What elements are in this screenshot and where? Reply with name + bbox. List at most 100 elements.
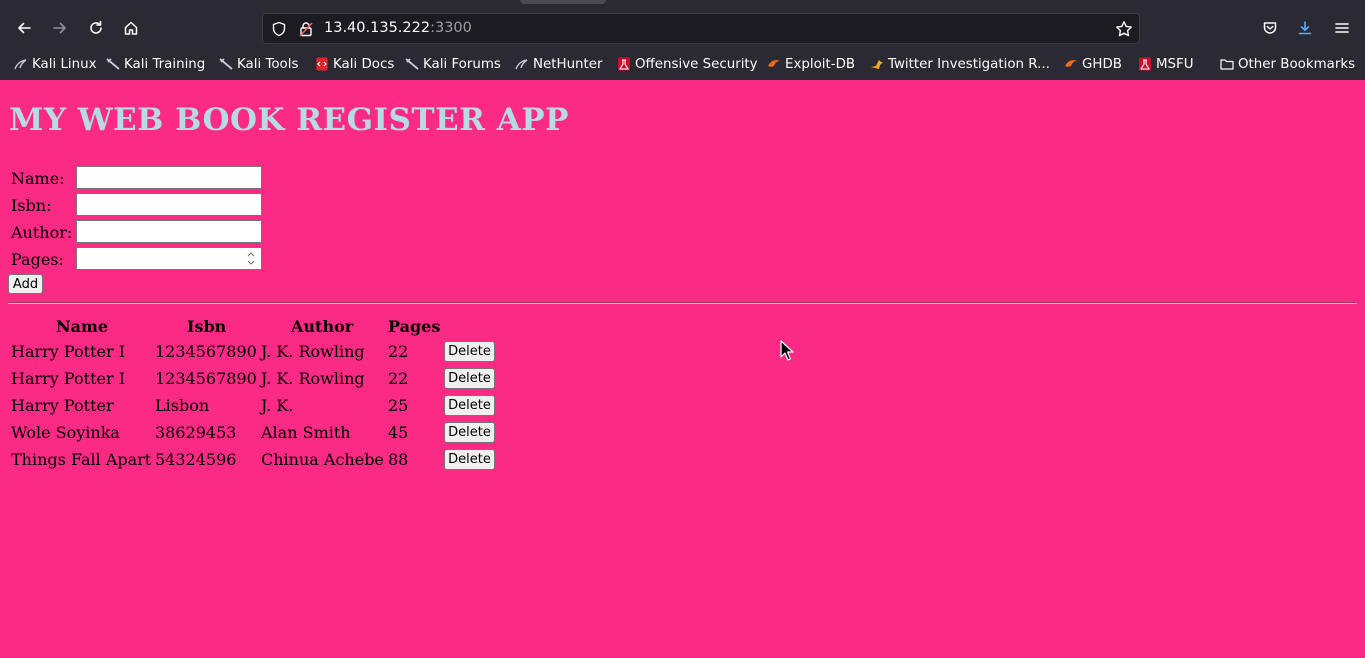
bookmark-ghdb[interactable]: GHDB — [1064, 54, 1122, 74]
cell-isbn: 54324596 — [155, 450, 237, 469]
back-arrow-icon — [18, 22, 31, 34]
url-host: 13.40.135.222 — [324, 20, 431, 36]
column-header-name: Name — [56, 317, 109, 336]
cell-name: Harry Potter — [11, 396, 114, 415]
bookmark-twitter-investigation[interactable]: Twitter Investigation R... — [870, 54, 1050, 74]
cell-pages: 25 — [388, 396, 409, 415]
delete-button[interactable]: Delete — [444, 368, 495, 389]
url-bar[interactable]: 13.40.135.222:3300 — [262, 13, 1140, 44]
bookmark-offensive-security[interactable]: Offensive Security — [617, 54, 758, 74]
bookmark-exploit-db[interactable]: Exploit-DB — [767, 54, 855, 74]
mouse-pointer-icon — [780, 340, 794, 361]
downloads-button[interactable] — [1291, 14, 1319, 42]
bookmark-kali-docs[interactable]: Kali Docs — [315, 54, 394, 74]
bookmarks-toolbar: Kali Linux Kali Training Kali Tools Kali… — [0, 51, 1365, 77]
reload-icon — [90, 20, 102, 34]
add-button[interactable]: Add — [8, 274, 43, 294]
cell-isbn: 1234567890 — [155, 369, 257, 388]
pages-label: Pages: — [11, 250, 64, 269]
cell-name: Wole Soyinka — [11, 423, 120, 442]
app-menu-button[interactable] — [1328, 14, 1356, 42]
cell-pages: 88 — [388, 450, 409, 469]
home-icon — [124, 21, 138, 35]
pages-number-input[interactable] — [76, 247, 262, 270]
bookmark-kali-linux[interactable]: Kali Linux — [14, 54, 97, 74]
bookmark-label: Kali Training — [124, 56, 206, 72]
cell-name: Harry Potter I — [11, 369, 126, 388]
cell-name: Things Fall Apart — [11, 450, 152, 469]
cell-author: J. K. Rowling — [261, 342, 365, 361]
bookmark-kali-forums[interactable]: Kali Forums — [405, 54, 501, 74]
delete-button[interactable]: Delete — [444, 422, 495, 443]
download-icon — [1298, 21, 1312, 35]
page-title: MY WEB BOOK REGISTER APP — [9, 102, 569, 138]
other-bookmarks-folder[interactable]: Other Bookmarks — [1220, 54, 1355, 74]
cell-pages: 22 — [388, 369, 409, 388]
bookmark-label: Kali Forums — [423, 56, 501, 72]
offsec-icon — [618, 57, 630, 71]
cell-name: Harry Potter I — [11, 342, 126, 361]
name-label: Name: — [11, 169, 65, 188]
other-bookmarks-label: Other Bookmarks — [1238, 56, 1356, 72]
kali-docs-icon — [316, 57, 328, 71]
cell-author: Alan Smith — [261, 423, 351, 442]
bookmark-nethunter[interactable]: NetHunter — [515, 54, 603, 74]
kali-sword-icon — [405, 58, 419, 70]
tab-strip-edge — [520, 0, 606, 4]
author-input[interactable] — [76, 220, 262, 243]
bookmark-kali-tools[interactable]: Kali Tools — [219, 54, 298, 74]
bookmark-label: Kali Linux — [32, 56, 97, 72]
twitter-investigation-icon — [871, 60, 883, 69]
cell-pages: 22 — [388, 342, 409, 361]
reload-button[interactable] — [82, 14, 110, 42]
delete-button[interactable]: Delete — [444, 449, 495, 470]
bookmark-label: Offensive Security — [635, 56, 758, 72]
bookmark-label: GHDB — [1082, 56, 1122, 72]
navigation-toolbar: 13.40.135.222:3300 — [0, 8, 1365, 48]
exploitdb-icon — [1065, 60, 1077, 67]
back-button[interactable] — [10, 14, 38, 42]
cell-isbn: Lisbon — [155, 396, 210, 415]
column-header-pages: Pages — [388, 317, 441, 336]
bookmark-label: Kali Tools — [237, 56, 299, 72]
column-header-isbn: Isbn — [187, 317, 227, 336]
page-content: MY WEB BOOK REGISTER APP Name: Isbn: Aut… — [0, 80, 1365, 658]
cell-author: J. K. — [261, 396, 294, 415]
hamburger-menu-icon — [1335, 23, 1349, 33]
delete-button[interactable]: Delete — [444, 395, 495, 416]
name-input[interactable] — [76, 166, 262, 189]
home-button[interactable] — [117, 14, 145, 42]
horizontal-rule — [8, 302, 1357, 304]
cell-author: Chinua Achebe — [261, 450, 384, 469]
bookmark-label: MSFU — [1156, 56, 1194, 72]
kali-dragon-icon — [515, 59, 528, 70]
forward-arrow-icon — [53, 22, 66, 34]
bookmark-label: Twitter Investigation R... — [888, 56, 1050, 72]
url-text[interactable]: 13.40.135.222:3300 — [324, 20, 472, 36]
exploitdb-icon — [768, 60, 780, 67]
bookmark-label: Kali Docs — [333, 56, 395, 72]
pocket-icon — [1263, 22, 1277, 34]
tracking-protection-shield-icon[interactable] — [271, 21, 287, 37]
url-port: :3300 — [430, 20, 472, 36]
bookmark-star-icon[interactable] — [1115, 20, 1133, 38]
kali-sword-icon — [219, 58, 233, 70]
bookmark-label: NetHunter — [533, 56, 603, 72]
author-label: Author: — [11, 223, 73, 242]
offsec-icon — [1139, 57, 1151, 71]
bookmark-kali-training[interactable]: Kali Training — [106, 54, 205, 74]
kali-dragon-icon — [14, 59, 27, 70]
delete-button[interactable]: Delete — [444, 341, 495, 362]
kali-sword-icon — [106, 58, 120, 70]
browser-chrome: 13.40.135.222:3300 Kali Linux Kali Train… — [0, 0, 1365, 80]
bookmark-msfu[interactable]: MSFU — [1138, 54, 1194, 74]
isbn-input[interactable] — [76, 193, 262, 216]
forward-button[interactable] — [46, 14, 74, 42]
cell-isbn: 38629453 — [155, 423, 237, 442]
insecure-lock-icon[interactable] — [298, 21, 314, 37]
number-spinner-icon[interactable] — [245, 250, 257, 267]
bookmark-label: Exploit-DB — [785, 56, 856, 72]
isbn-label: Isbn: — [11, 196, 52, 215]
pocket-button[interactable] — [1256, 14, 1284, 42]
cell-isbn: 1234567890 — [155, 342, 257, 361]
